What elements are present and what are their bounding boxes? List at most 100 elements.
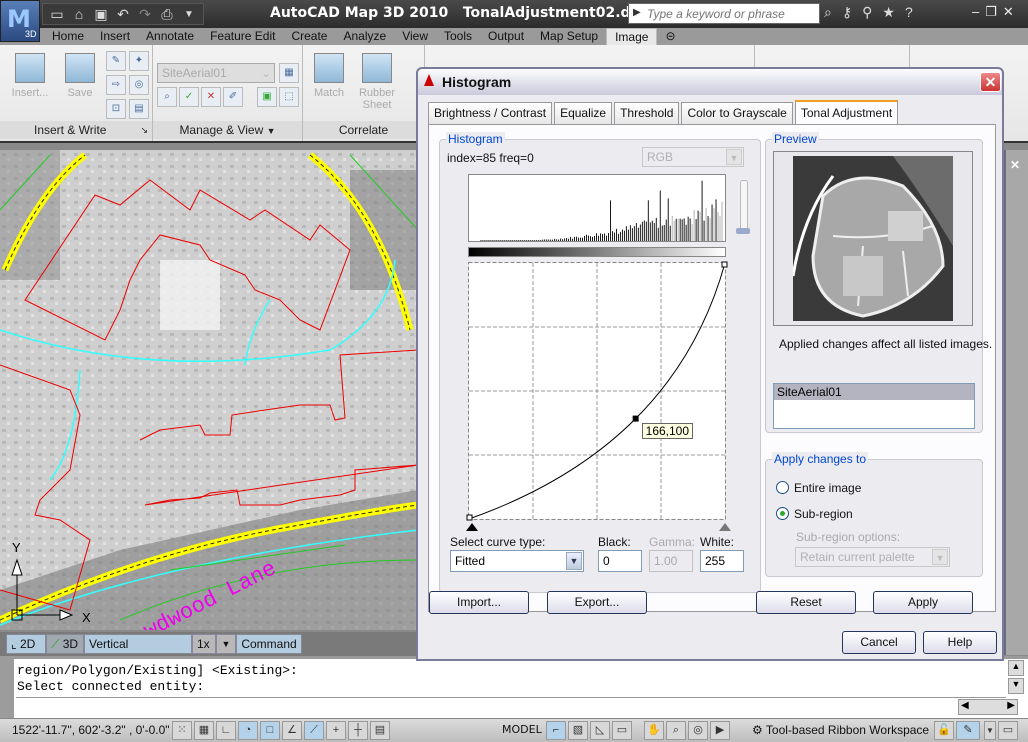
search-expand-icon[interactable]: ▶ — [633, 7, 641, 18]
plot-icon[interactable]: ⎙ — [159, 6, 175, 23]
dialog-launcher-icon[interactable]: ↘ — [140, 121, 148, 139]
horizontal-scrollbar[interactable]: ◀ ▶ — [958, 699, 1018, 715]
binoculars-icon[interactable]: ⌕ — [824, 4, 832, 21]
curve-type-select[interactable]: Fitted ▼ — [450, 550, 584, 572]
zoom-image-icon[interactable]: ⌕ — [157, 87, 177, 107]
image-clip-icon[interactable]: ⊡ — [106, 99, 126, 119]
reset-button[interactable]: Reset — [756, 591, 856, 614]
adjust-image-icon[interactable]: ✐ — [223, 87, 243, 107]
rubber-sheet-button[interactable]: Rubber Sheet — [355, 53, 399, 111]
tonal-curve-editor[interactable] — [466, 260, 730, 522]
image-export-icon[interactable]: ⇨ — [106, 75, 126, 95]
tab-color-to-grayscale[interactable]: Color to Grayscale — [681, 102, 793, 124]
tab-analyze[interactable]: Analyze — [335, 28, 394, 45]
search-box[interactable]: ▶ — [628, 3, 820, 24]
snap-mode-icon[interactable]: ⁙ — [172, 721, 192, 740]
restore-icon[interactable]: ❐ — [985, 4, 997, 20]
communication-center-icon[interactable]: ⚲ — [862, 4, 872, 21]
tab-equalize[interactable]: Equalize — [554, 102, 613, 124]
close-palette-icon[interactable]: ✕ — [1010, 158, 1020, 172]
scroll-left-icon[interactable]: ◀ — [961, 700, 969, 711]
image-select-combo[interactable]: SiteAerial01 ⌄ — [157, 63, 275, 83]
pan-icon[interactable]: ✋ — [644, 721, 664, 740]
polar-tracking-icon[interactable]: ◔ — [238, 721, 258, 740]
undo-icon[interactable]: ↶ — [115, 6, 131, 23]
image-list-item[interactable]: SiteAerial01 — [774, 384, 974, 400]
bounds-icon[interactable]: ⬚ — [279, 87, 299, 107]
help-icon[interactable]: ? — [905, 4, 913, 21]
grid-display-icon[interactable]: ▦ — [194, 721, 214, 740]
vertical-exaggeration-dropdown-icon[interactable]: ▼ — [216, 634, 236, 654]
slider-thumb[interactable] — [736, 228, 750, 234]
tab-feature-edit[interactable]: Feature Edit — [202, 28, 283, 45]
model-space-toggle[interactable]: MODEL — [502, 723, 542, 736]
quick-properties-icon[interactable]: ▤ — [370, 721, 390, 740]
tab-tonal-adjustment[interactable]: Tonal Adjustment — [794, 100, 899, 124]
curve-endpoint-black[interactable] — [466, 514, 473, 521]
image-capture-icon[interactable]: ▤ — [129, 99, 149, 119]
image-new-icon[interactable]: ✦ — [129, 51, 149, 71]
new-icon[interactable]: ▭ — [49, 6, 65, 23]
import-button[interactable]: Import... — [429, 591, 529, 614]
curve-endpoint-white[interactable] — [721, 261, 728, 268]
black-point-marker[interactable] — [466, 523, 478, 531]
object-snap-icon[interactable]: □ — [260, 721, 280, 740]
layout1-icon[interactable]: ◺ — [590, 721, 610, 740]
scroll-down-icon[interactable]: ▼ — [1008, 678, 1024, 694]
status-menu-icon[interactable]: ▼ — [984, 721, 996, 740]
tab-2d[interactable]: ⌞ 2D — [6, 634, 46, 654]
otrack-icon[interactable]: ∠ — [282, 721, 302, 740]
help-button[interactable]: Help — [923, 631, 997, 654]
image-edit-icon[interactable]: ✎ — [106, 51, 126, 71]
dialog-close-button[interactable]: ✕ — [980, 72, 1001, 92]
curve-control-point[interactable] — [632, 415, 639, 422]
drawing-canvas[interactable]: Lowdwood Lane Y X — [0, 150, 418, 630]
tab-brightness-contrast[interactable]: Brightness / Contrast — [428, 102, 553, 124]
clean-screen-icon[interactable]: ▭ — [998, 721, 1018, 740]
image-list[interactable]: SiteAerial01 — [773, 383, 975, 429]
coordinate-readout[interactable]: 1522'-11.7", 602'-3.2" , 0'-0.0" — [12, 723, 170, 737]
open-icon[interactable]: ⌂ — [71, 6, 87, 22]
image-world-icon[interactable]: ◎ — [129, 75, 149, 95]
workspace-switcher[interactable]: ⚙ Tool-based Ribbon Workspace ▼ — [752, 723, 941, 737]
qat-dropdown-icon[interactable]: ▼ — [181, 9, 197, 20]
tab-create[interactable]: Create — [283, 28, 335, 45]
zoom-icon[interactable]: ⌕ — [666, 721, 686, 740]
tab-insert[interactable]: Insert — [92, 28, 138, 45]
white-point-marker[interactable] — [719, 523, 731, 531]
hide-image-icon[interactable]: ✕ — [201, 87, 221, 107]
tab-view[interactable]: View — [394, 28, 436, 45]
search-input[interactable] — [629, 4, 819, 23]
insert-image-button[interactable]: Insert... — [10, 53, 50, 99]
application-menu-button[interactable]: M 3D — [0, 0, 40, 42]
lineweight-icon[interactable]: ┼ — [348, 721, 368, 740]
quick-view-drawings-icon[interactable]: ▭ — [612, 721, 632, 740]
frame-icon[interactable]: ▣ — [257, 87, 277, 107]
scroll-up-icon[interactable]: ▲ — [1008, 660, 1024, 676]
tab-tools[interactable]: Tools — [436, 28, 480, 45]
lock-icon[interactable]: 🔓 — [934, 721, 954, 740]
showmotion-icon[interactable]: ▶ — [710, 721, 730, 740]
save-icon[interactable]: ▣ — [93, 6, 109, 23]
redo-icon[interactable]: ↷ — [137, 6, 153, 23]
command-window-grip[interactable] — [0, 656, 14, 718]
show-image-icon[interactable]: ✓ — [179, 87, 199, 107]
layout-view-icon[interactable]: ▧ — [568, 721, 588, 740]
steering-wheel-icon[interactable]: ◎ — [688, 721, 708, 740]
vertical-exaggeration-value[interactable]: 1x — [192, 634, 216, 654]
image-manager-icon[interactable]: ▦ — [279, 63, 299, 83]
dynamic-ucs-icon[interactable]: ⟋ — [304, 721, 324, 740]
close-window-icon[interactable]: ✕ — [1003, 4, 1014, 20]
sub-region-radio[interactable] — [776, 507, 789, 520]
match-button[interactable]: Match — [309, 53, 349, 99]
entire-image-radio[interactable] — [776, 481, 789, 494]
channel-select[interactable]: RGB ▼ — [642, 147, 744, 167]
sub-region-options-select[interactable]: Retain current palette ▼ — [795, 547, 950, 567]
tab-map-setup[interactable]: Map Setup — [532, 28, 606, 45]
favorites-star-icon[interactable]: ★ — [882, 4, 895, 21]
tab-command[interactable]: Command — [236, 634, 302, 654]
entire-image-label[interactable]: Entire image — [794, 481, 861, 495]
gamma-input[interactable]: 1.00 — [649, 550, 693, 572]
wrench-icon[interactable]: ✎ — [956, 721, 980, 740]
ribbon-minimize-icon[interactable]: ⊝ — [657, 28, 683, 45]
